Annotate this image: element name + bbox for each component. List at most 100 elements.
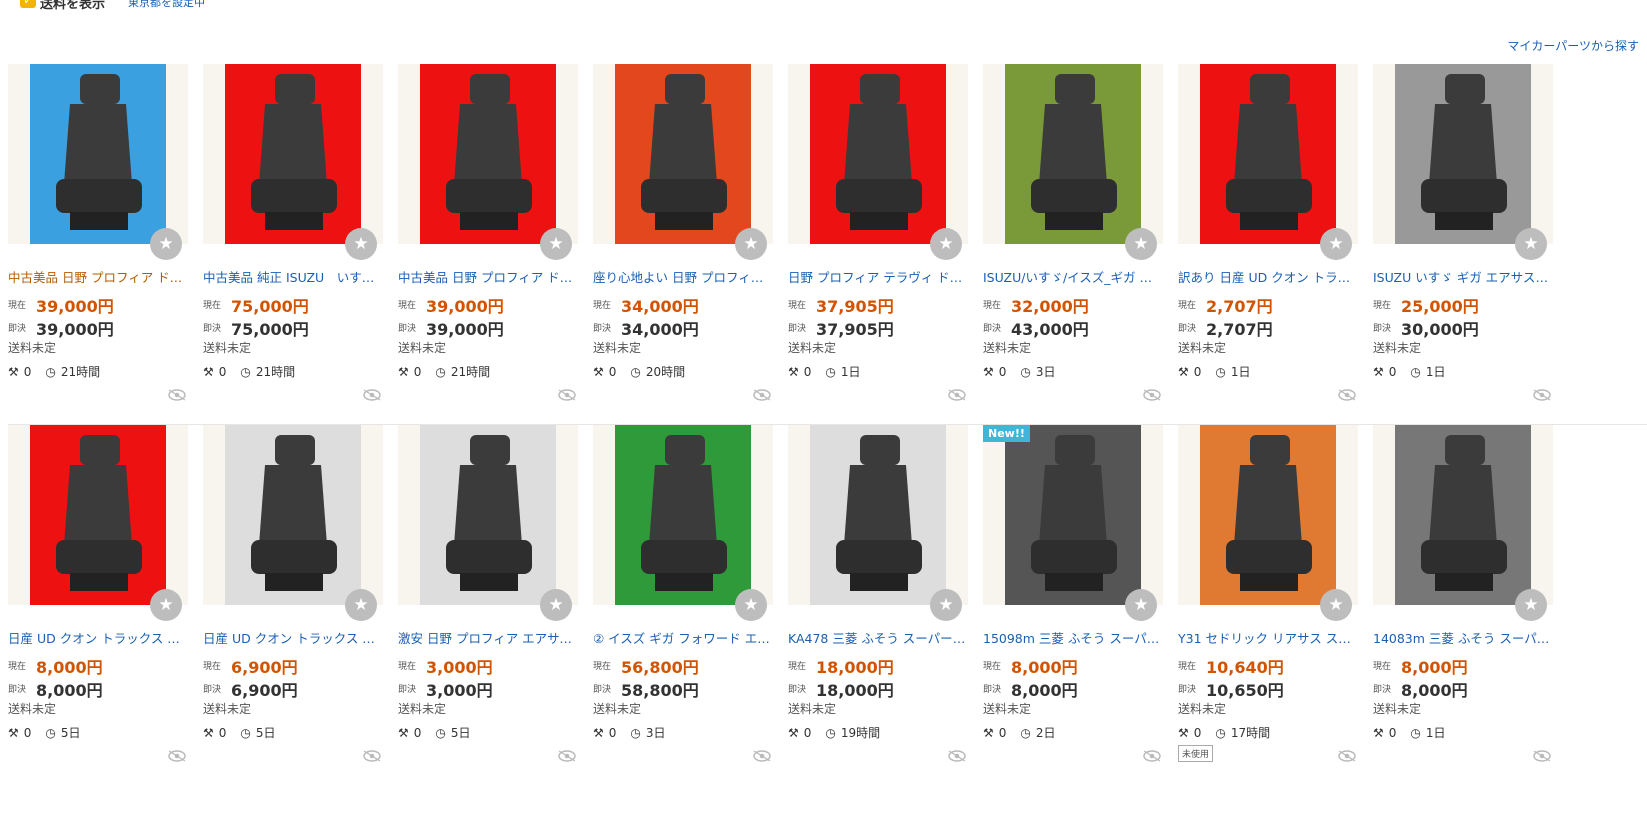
current-price-label: 現在: [8, 662, 27, 672]
favorite-star-icon[interactable]: ★: [150, 589, 182, 621]
watch-eye-icon[interactable]: [558, 389, 576, 401]
favorite-star-icon[interactable]: ★: [1125, 589, 1157, 621]
product-title[interactable]: ISUZU いすゞ ギガ エアサス エ…: [1373, 267, 1551, 286]
product-card[interactable]: ★ ISUZU いすゞ ギガ エアサス エ… 現在 25,000円 即決 30,000円送…: [1373, 64, 1553, 414]
shipping-status: 送料未定: [983, 341, 1032, 355]
product-title[interactable]: 日産 UD クオン トラックス エ…: [8, 628, 186, 647]
product-grid: ★ 中古美品 日野 プロフィア ドラ… 現在 39,000円 即決 39,000円 送料未定…: [8, 64, 1647, 785]
product-title[interactable]: 中古美品 純正 ISUZU いすゞ…: [203, 267, 381, 286]
product-title[interactable]: 15098m 三菱 ふそう スーパー…: [983, 628, 1161, 647]
favorite-star-icon[interactable]: ★: [735, 228, 767, 260]
product-card[interactable]: ★ 日野 プロフィア テラヴィ ドラ… 現在 37,905円 即決 37,905円 送料未定…: [788, 64, 968, 414]
auction-meta: ⚒ 0 ◷ 5日: [203, 724, 276, 741]
watch-eye-icon[interactable]: [363, 750, 381, 762]
favorite-star-icon[interactable]: ★: [1515, 228, 1547, 260]
product-card[interactable]: New!! ★ 15098m 三菱 ふそう スーパー… 現在 8,000円 即決 8,000…: [983, 425, 1163, 775]
watch-eye-icon[interactable]: [168, 750, 186, 762]
mycar-parts-link[interactable]: マイカーパーツから探す: [1507, 37, 1639, 54]
product-image[interactable]: [398, 425, 578, 605]
product-image[interactable]: [203, 64, 383, 244]
watch-eye-icon[interactable]: [948, 750, 966, 762]
product-title[interactable]: 中古美品 日野 プロフィア ドラ…: [398, 267, 576, 286]
product-image[interactable]: [788, 64, 968, 244]
product-image[interactable]: New!!: [983, 425, 1163, 605]
bid-count: 0: [608, 364, 617, 379]
product-card[interactable]: ★ 中古美品 純正 ISUZU いすゞ… 現在 75,000円 即決 75,000円 送料未…: [203, 64, 383, 414]
product-image[interactable]: [983, 64, 1163, 244]
product-title[interactable]: 14083m 三菱 ふそう スーパー…: [1373, 628, 1551, 647]
location-link[interactable]: 東京都を設定中: [128, 0, 205, 10]
favorite-star-icon[interactable]: ★: [540, 228, 572, 260]
product-card[interactable]: ★ 日産 UD クオン トラックス エ… 現在 8,000円 即決 8,000円 送料未定 ⚒…: [8, 425, 188, 775]
clock-icon: ◷: [630, 364, 641, 379]
favorite-star-icon[interactable]: ★: [345, 228, 377, 260]
product-image[interactable]: [1373, 425, 1553, 605]
product-image[interactable]: [398, 64, 578, 244]
favorite-star-icon[interactable]: ★: [1320, 589, 1352, 621]
product-title[interactable]: 中古美品 日野 プロフィア ドラ…: [8, 267, 186, 286]
product-image[interactable]: [203, 425, 383, 605]
product-image[interactable]: [593, 425, 773, 605]
product-image[interactable]: [788, 425, 968, 605]
product-title[interactable]: KA478 三菱 ふそう スーパーグ…: [788, 628, 966, 647]
watch-eye-icon[interactable]: [1338, 750, 1356, 762]
product-card[interactable]: ★ 中古美品 日野 プロフィア ドラ… 現在 39,000円 即決 39,000円 送料未定…: [8, 64, 188, 414]
favorite-star-icon[interactable]: ★: [1515, 589, 1547, 621]
product-image[interactable]: [8, 64, 188, 244]
product-card[interactable]: ★ ② イスズ ギガ フォワード エア… 現在 56,800円 即決 58,800円 送料未…: [593, 425, 773, 775]
time-remaining: 5日: [60, 726, 81, 740]
gavel-icon: ⚒: [398, 725, 409, 740]
watch-eye-icon[interactable]: [558, 750, 576, 762]
bid-count: 0: [803, 364, 812, 379]
product-card[interactable]: ★ ISUZU/いすゞ/イスズ_ギガ フ… 現在 32,000円 即決 43,000円 送料…: [983, 64, 1163, 414]
product-title[interactable]: ISUZU/いすゞ/イスズ_ギガ フ…: [983, 267, 1161, 286]
buyout-price: 8,000円: [36, 681, 103, 700]
watch-eye-icon[interactable]: [753, 389, 771, 401]
product-image[interactable]: [1373, 64, 1553, 244]
product-card[interactable]: ★ 座り心地よい 日野 プロフィア … 現在 34,000円 即決 34,000円 送料未定…: [593, 64, 773, 414]
product-title[interactable]: 日産 UD クオン トラックス エ…: [203, 628, 381, 647]
product-image[interactable]: [593, 64, 773, 244]
watch-eye-icon[interactable]: [1533, 389, 1551, 401]
watch-eye-icon[interactable]: [363, 389, 381, 401]
favorite-star-icon[interactable]: ★: [735, 589, 767, 621]
product-card[interactable]: ★ 中古美品 日野 プロフィア ドラ… 現在 39,000円 即決 39,000円 送料未定…: [398, 64, 578, 414]
product-image[interactable]: [8, 425, 188, 605]
unused-tag: 未使用: [1178, 745, 1214, 762]
current-price-label: 現在: [203, 301, 222, 311]
product-title[interactable]: Y31 セドリック リアサス スプ…: [1178, 628, 1356, 647]
time-remaining: 2日: [1035, 726, 1056, 740]
watch-eye-icon[interactable]: [168, 389, 186, 401]
gavel-icon: ⚒: [593, 364, 604, 379]
watch-eye-icon[interactable]: [753, 750, 771, 762]
product-title[interactable]: 座り心地よい 日野 プロフィア …: [593, 267, 771, 286]
product-title[interactable]: 日野 プロフィア テラヴィ ドラ…: [788, 267, 966, 286]
watch-eye-icon[interactable]: [948, 389, 966, 401]
watch-eye-icon[interactable]: [1338, 389, 1356, 401]
bid-count: 0: [998, 364, 1007, 379]
current-price: 34,000円: [621, 297, 699, 316]
favorite-star-icon[interactable]: ★: [1320, 228, 1352, 260]
watch-eye-icon[interactable]: [1533, 750, 1551, 762]
product-card[interactable]: ★ 激安 日野 プロフィア エアサス … 現在 3,000円 即決 3,000円 送料未定 ⚒…: [398, 425, 578, 775]
product-title[interactable]: ② イスズ ギガ フォワード エア…: [593, 628, 771, 647]
product-title[interactable]: 激安 日野 プロフィア エアサス …: [398, 628, 576, 647]
favorite-star-icon[interactable]: ★: [150, 228, 182, 260]
shipping-checkbox[interactable]: ✓: [20, 0, 36, 8]
clock-icon: ◷: [630, 725, 641, 740]
product-card[interactable]: ★ 14083m 三菱 ふそう スーパー… 現在 8,000円 即決 8,000円 送料未定…: [1373, 425, 1553, 775]
watch-eye-icon[interactable]: [1143, 389, 1161, 401]
product-card[interactable]: ★ 訳あり 日産 UD クオン トラッ… 現在 2,707円 即決 2,707円 送料未定 ⚒…: [1178, 64, 1358, 414]
watch-eye-icon[interactable]: [1143, 750, 1161, 762]
product-card[interactable]: ★ KA478 三菱 ふそう スーパーグ… 現在 18,000円 即決 18,000円 送料…: [788, 425, 968, 775]
product-card[interactable]: ★ 日産 UD クオン トラックス エ… 現在 6,900円 即決 6,900円 送料未定 ⚒…: [203, 425, 383, 775]
favorite-star-icon[interactable]: ★: [1125, 228, 1157, 260]
product-card[interactable]: ★ Y31 セドリック リアサス スプ… 現在 10,640円 即決 10,650円 送料未…: [1178, 425, 1358, 775]
favorite-star-icon[interactable]: ★: [930, 228, 962, 260]
favorite-star-icon[interactable]: ★: [930, 589, 962, 621]
product-image[interactable]: [1178, 425, 1358, 605]
product-title[interactable]: 訳あり 日産 UD クオン トラッ…: [1178, 267, 1356, 286]
product-image[interactable]: [1178, 64, 1358, 244]
favorite-star-icon[interactable]: ★: [540, 589, 572, 621]
favorite-star-icon[interactable]: ★: [345, 589, 377, 621]
